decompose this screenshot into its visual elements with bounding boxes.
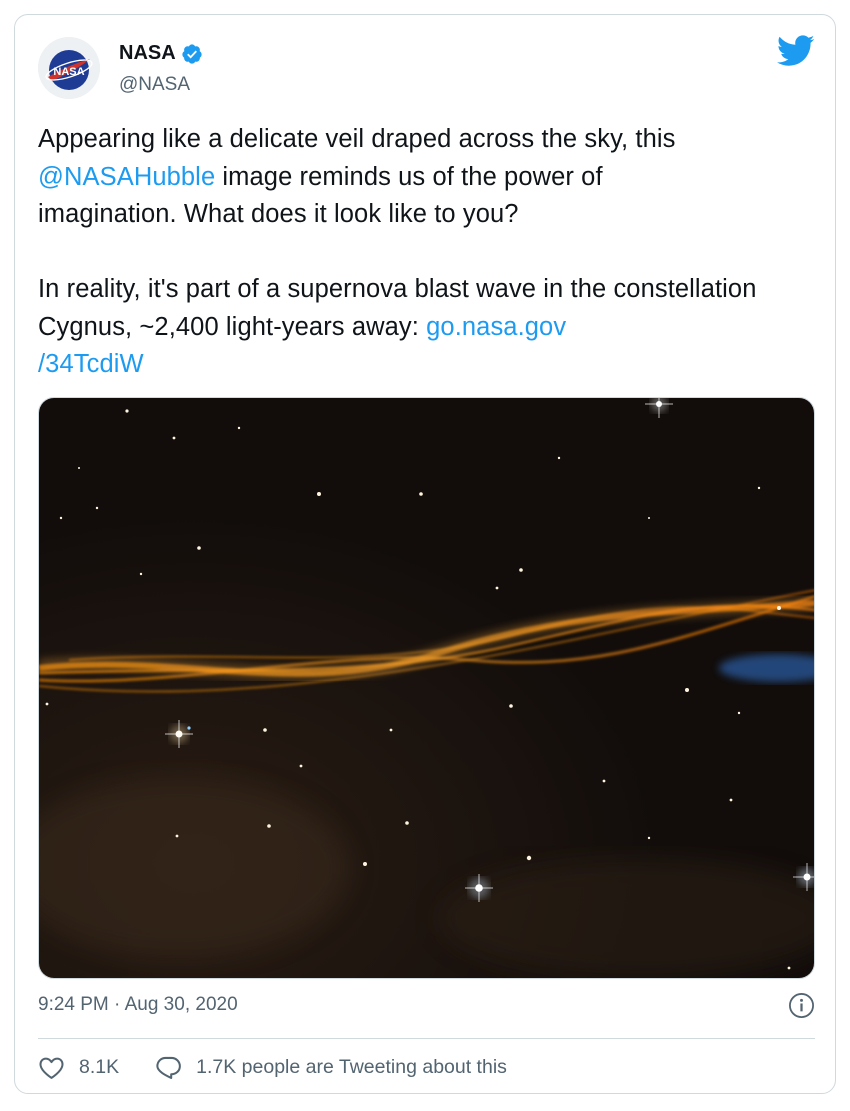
author-name-text[interactable]: NASA: [119, 42, 176, 65]
tweeting-about-text: 1.7K people are Tweeting about this: [196, 1055, 507, 1078]
tweet-line-1: Appearing like a delicate veil draped ac…: [38, 125, 676, 153]
tweet-paragraph-1: Appearing like a delicate veil draped ac…: [38, 121, 808, 234]
author-handle[interactable]: @NASA: [119, 74, 190, 96]
url-link-part1[interactable]: go.nasa.gov: [426, 313, 566, 341]
info-icon[interactable]: [788, 992, 815, 1019]
tweet-text: Appearing like a delicate veil draped ac…: [38, 121, 808, 384]
tweet-media-photo[interactable]: [38, 397, 815, 979]
reply-bubble-icon: [156, 1056, 181, 1079]
nasa-avatar[interactable]: NASA: [38, 37, 100, 99]
author-name[interactable]: NASA: [119, 42, 203, 65]
tweet-paragraph-2-text: In reality, it's part of a supernova bla…: [38, 275, 757, 341]
tweet-line-3: imagination. What does it look like to y…: [38, 200, 519, 228]
tweet-timestamp[interactable]: 9:24 PM · Aug 30, 2020: [38, 994, 238, 1016]
avatar-logo-text: NASA: [53, 66, 84, 78]
tweet-line-2: image reminds us of the power of: [215, 162, 603, 191]
like-count: 8.1K: [79, 1055, 120, 1078]
tweet-actions: 8.1K 1.7K people are Tweeting about this: [38, 1052, 507, 1082]
verified-badge-icon: [182, 43, 202, 64]
divider: [38, 1038, 815, 1039]
tweet-paragraph-2: In reality, it's part of a supernova bla…: [38, 271, 808, 384]
heart-icon: [39, 1057, 64, 1079]
url-link-part2[interactable]: /34TcdiW: [38, 350, 144, 378]
mention-link[interactable]: @NASAHubble: [38, 163, 215, 191]
twitter-bird-icon[interactable]: [777, 35, 815, 67]
tweet-card: NASA NASA @NASA Appearing like a delicat…: [14, 14, 836, 1094]
tweeting-about-button[interactable]: 1.7K people are Tweeting about this: [155, 1054, 507, 1081]
like-button[interactable]: 8.1K: [38, 1054, 119, 1081]
hubble-photo-image: [39, 398, 814, 978]
